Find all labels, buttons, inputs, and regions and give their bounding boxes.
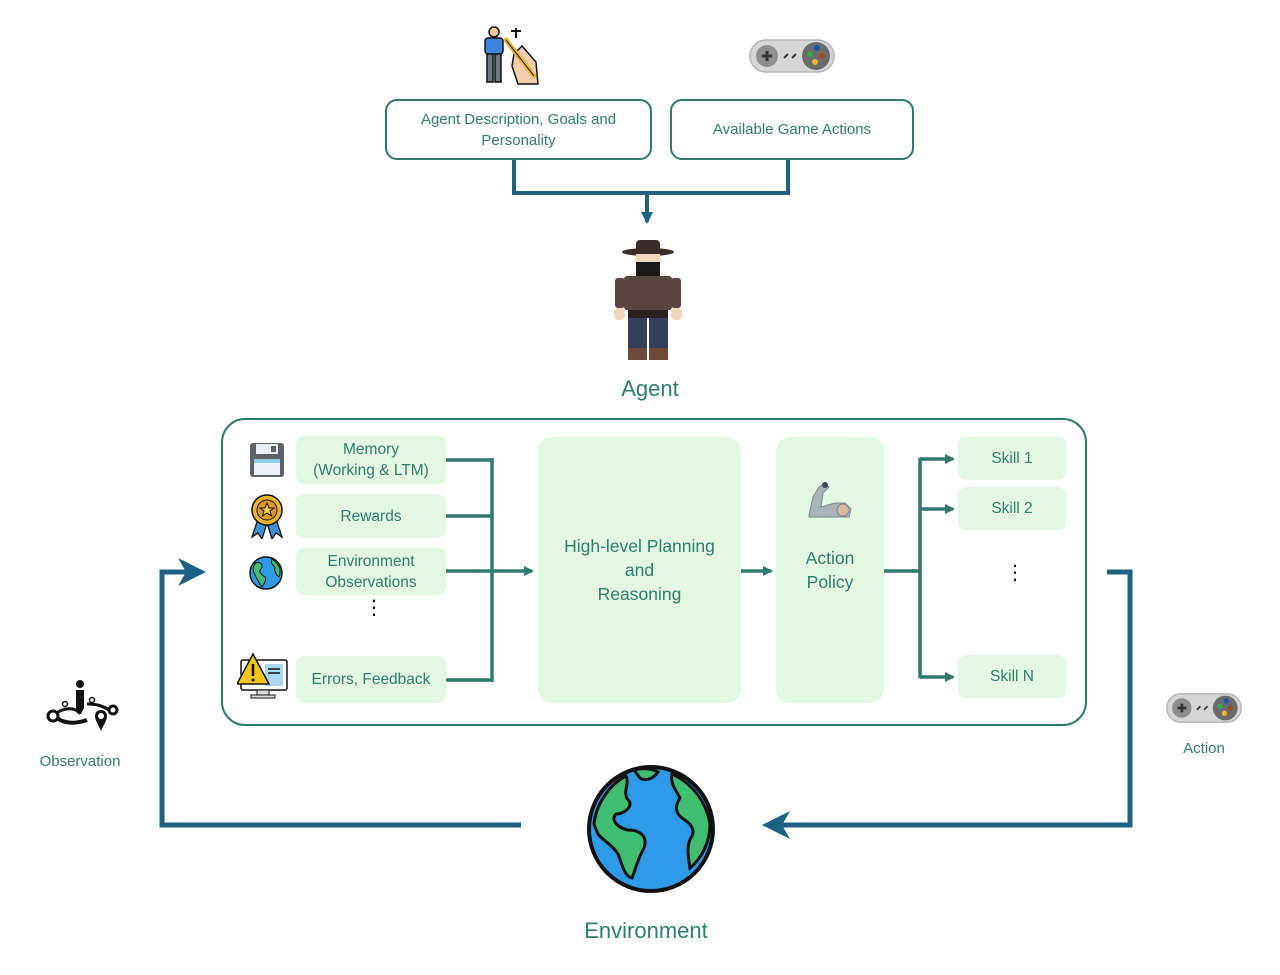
- errors-feedback-box: Errors, Feedback: [296, 656, 446, 703]
- skill-1-box: Skill 1: [958, 437, 1066, 480]
- warning-monitor-icon: [237, 652, 288, 699]
- environment-observations-box: Environment Observations: [296, 548, 446, 595]
- skill-2-box: Skill 2: [958, 487, 1066, 530]
- environment-label: Environment: [584, 918, 708, 943]
- agent-avatar-icon: [614, 240, 682, 360]
- memory-box: Memory (Working & LTM): [296, 436, 446, 484]
- agent-description-label: Agent Description, Goals and Personality: [420, 110, 617, 149]
- observation-label: Observation: [39, 753, 121, 770]
- agent-description-box: Agent Description, Goals and Personality: [385, 99, 652, 160]
- skill-1-label: Skill 1: [991, 450, 1033, 467]
- action-gamepad-icon: [1166, 693, 1242, 723]
- skill-n-box: Skill N: [958, 655, 1066, 698]
- errors-feedback-label: Errors, Feedback: [311, 671, 431, 688]
- person-designing-icon: [484, 26, 539, 85]
- planning-label-line1: High-level Planning: [564, 536, 715, 556]
- skill-2-label: Skill 2: [991, 500, 1033, 517]
- observation-location-icon: [46, 680, 119, 732]
- globe-icon: [249, 556, 283, 590]
- sources-ellipsis: ⋮: [364, 597, 384, 619]
- medal-icon: [250, 494, 284, 539]
- action-label: Action: [1183, 740, 1225, 757]
- skills-ellipsis: ⋮: [1005, 562, 1025, 584]
- game-actions-label: Available Game Actions: [712, 121, 872, 138]
- memory-label: Memory (Working & LTM): [313, 441, 429, 479]
- planning-reasoning-box: High-level Planning and Reasoning: [538, 437, 741, 703]
- rewards-box: Rewards: [296, 494, 446, 538]
- floppy-disk-icon: [250, 443, 284, 477]
- game-actions-box: Available Game Actions: [670, 99, 914, 160]
- planning-label-line2: and: [624, 560, 655, 580]
- skill-n-label: Skill N: [990, 668, 1034, 685]
- gamepad-icon: [749, 39, 835, 73]
- inputs-to-agent-connector: [512, 158, 790, 224]
- environment-globe-icon: [587, 765, 715, 893]
- environment-observations-label: Environment Observations: [325, 552, 417, 591]
- robot-arm-icon: [808, 482, 852, 518]
- agent-label: Agent: [621, 376, 679, 401]
- rewards-label: Rewards: [340, 507, 402, 525]
- planning-label-line3: Reasoning: [597, 584, 682, 604]
- action-policy-label-line1: Action: [805, 548, 855, 568]
- action-policy-label-line2: Policy: [806, 572, 854, 592]
